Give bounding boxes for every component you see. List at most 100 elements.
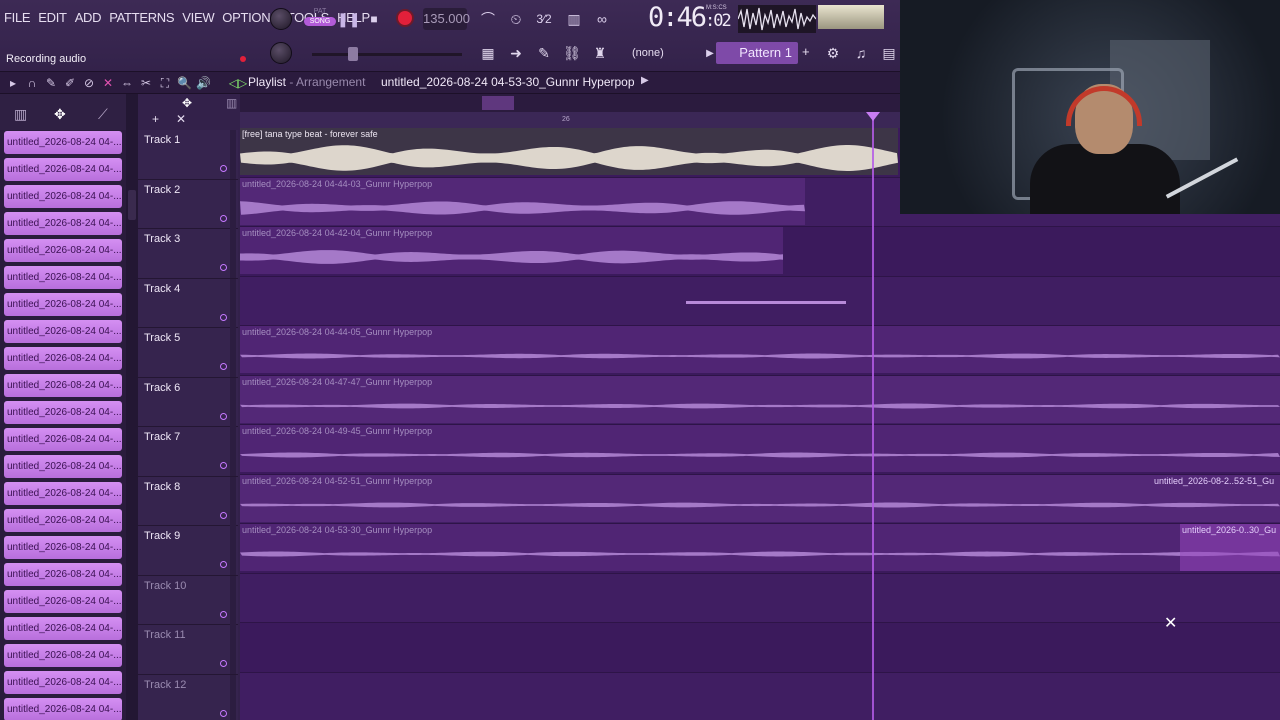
add-pattern-button[interactable]: + [802,44,810,59]
pat-song-toggle[interactable]: PAT SONG [304,6,336,34]
plugin-icon[interactable]: ✎ [534,43,554,63]
browser-clip-item[interactable]: untitled_2026-08-24 04-... [4,293,122,316]
browser-clip-item[interactable]: untitled_2026-08-24 04-... [4,698,122,720]
track-header[interactable]: Track 10 [138,575,238,625]
track-record-dot[interactable] [220,660,227,667]
browser-clip-item[interactable]: untitled_2026-08-24 04-... [4,671,122,694]
audio-clip[interactable]: untitled_2026-08-24 04-44-05_Gunnr Hyper… [240,326,1280,373]
track-resize-grip[interactable] [230,674,236,720]
track-resize-grip[interactable] [230,377,236,427]
track-header[interactable]: Track 5 [138,328,238,378]
track-record-dot[interactable] [220,412,227,420]
playlist-menu-icon[interactable]: ▸ [6,74,20,92]
browser-clip-item[interactable]: untitled_2026-08-24 04-... [4,563,122,586]
track-resize-grip[interactable] [230,278,236,328]
track-record-dot[interactable] [220,214,227,222]
metronome-icon[interactable]: ⌒ [478,9,498,29]
track-record-dot[interactable] [220,363,227,370]
tempo-field[interactable]: 135.000 [423,8,470,30]
master-volume-knob[interactable] [270,8,292,30]
track-resize-grip[interactable] [230,328,236,377]
audio-clip-recording[interactable]: untitled_2026-0..30_Gu [1180,524,1280,571]
track-header[interactable]: Track 4 [138,278,238,328]
stop-button[interactable]: ■ [364,9,384,29]
mute-icon[interactable]: ✕ [101,74,115,92]
track-record-dot[interactable] [220,709,227,717]
track-resize-grip[interactable] [230,130,236,179]
track-resize-grip[interactable] [230,476,236,526]
track-lane[interactable] [240,623,1280,673]
track-lane[interactable] [240,573,1280,623]
track-record-dot[interactable] [220,264,227,271]
pattern-selector[interactable]: Pattern 1 [716,42,798,64]
mixer-icon[interactable]: ⚙ [822,43,844,63]
browser-clip-item[interactable]: untitled_2026-08-24 04-... [4,131,122,154]
delete-icon[interactable]: ⊘ [82,74,96,92]
audio-clip-recording[interactable]: untitled_2026-08-2..52-51_Gu [1152,475,1280,522]
track-resize-grip[interactable] [230,526,236,575]
browser-clip-item[interactable]: untitled_2026-08-24 04-... [4,455,122,478]
pause-button[interactable]: ❚❚ [337,9,360,29]
overview-thumb[interactable] [482,96,514,110]
menu-edit[interactable]: EDIT [38,10,67,25]
select-icon[interactable]: ⛶ [158,74,172,92]
audio-clip[interactable]: untitled_2026-08-24 04-49-45_Gunnr Hyper… [240,425,1280,472]
browser-clip-item[interactable]: untitled_2026-08-24 04-... [4,644,122,667]
playlist-play-icon[interactable]: ◁▷ [228,73,248,93]
slider-handle[interactable] [348,47,358,61]
track-resize-grip[interactable] [230,575,236,625]
track-resize-grip[interactable] [230,179,236,229]
browser-clip-item[interactable]: untitled_2026-08-24 04-... [4,509,122,532]
browser-clip-item[interactable]: untitled_2026-08-24 04-... [4,401,122,424]
timeline-ruler[interactable]: 26 [240,112,900,128]
snap-selector[interactable]: (none) [632,44,698,62]
wait-for-input-icon[interactable]: ⏲ [506,9,526,29]
track-record-dot[interactable] [220,313,227,321]
browser-clip-item[interactable]: untitled_2026-08-24 04-... [4,185,122,208]
audio-clip[interactable]: untitled_2026-08-24 04-42-04_Gunnr Hyper… [240,227,783,274]
browser-pattern-icon[interactable]: ▥ [14,106,27,123]
track-record-dot[interactable] [220,462,227,469]
browser-clip-item[interactable]: untitled_2026-08-24 04-... [4,347,122,370]
audio-clip[interactable]: untitled_2026-08-24 04-53-30_Gunnr Hyper… [240,524,1280,571]
menu-add[interactable]: ADD [75,10,102,25]
playback-icon[interactable]: 🔊 [196,74,211,92]
browser-clip-item[interactable]: untitled_2026-08-24 04-... [4,482,122,505]
track-header[interactable]: Track 2 [138,179,238,229]
loop-record-icon[interactable]: ∞ [592,9,612,29]
browser-link-icon[interactable]: ⟋ [98,106,108,123]
chevron-right-icon[interactable]: ▶ [641,75,649,86]
track-header[interactable]: Track 9 [138,526,238,576]
pencil-icon[interactable]: ✎ [44,74,58,92]
browser-clip-item[interactable]: untitled_2026-08-24 04-... [4,428,122,451]
stamp-icon[interactable]: ♜ [590,43,610,63]
piano-roll-icon[interactable]: ▦ [478,43,498,63]
slice-icon[interactable]: ✂ [139,74,153,92]
track-lane[interactable]: untitled_2026-08-24 04-53-30_Gunnr Hyper… [240,524,1280,574]
track-record-dot[interactable] [220,610,227,618]
add-track-icon[interactable]: + [152,112,159,126]
track-resize-grip[interactable] [230,229,236,278]
channel-rack-icon[interactable]: ♫ [850,43,872,63]
menu-view[interactable]: VIEW [182,10,214,25]
track-header[interactable]: Track 3 [138,229,238,279]
track-header[interactable]: Track 12 [138,674,238,720]
link-icon[interactable]: ⛓ [562,43,582,63]
track-resize-grip[interactable] [230,427,236,476]
slip-icon[interactable]: ⇔ [120,74,134,92]
close-icon[interactable]: ✕ [176,112,186,126]
track-lane[interactable]: untitled_2026-08-24 04-49-45_Gunnr Hyper… [240,425,1280,475]
track-header[interactable]: Track 6 [138,377,238,427]
menu-file[interactable]: FILE [4,10,31,25]
browser-clip-item[interactable]: untitled_2026-08-24 04-... [4,320,122,343]
magnet-icon[interactable]: ∩ [25,74,39,92]
arrangement-grid[interactable]: [free] tana type beat - forever safe unti… [240,128,1280,720]
track-header[interactable]: Track 1 [138,130,238,180]
audio-clip[interactable]: [free] tana type beat - forever safe [240,128,898,175]
track-record-dot[interactable] [220,511,227,519]
track-header[interactable]: Track 7 [138,427,238,477]
track-record-dot[interactable] [220,561,227,568]
browser-icon[interactable]: ▤ [878,43,900,63]
track-lane[interactable]: untitled_2026-08-24 04-44-05_Gunnr Hyper… [240,326,1280,376]
playhead-marker[interactable] [866,112,880,121]
